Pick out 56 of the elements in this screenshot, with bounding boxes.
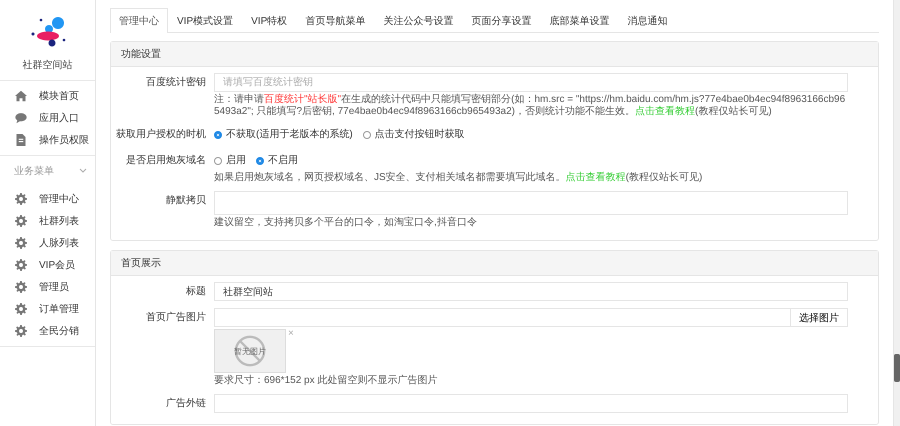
sidebar-item[interactable]: 订单管理 (0, 298, 95, 320)
tab[interactable]: 首页导航菜单 (296, 8, 374, 33)
sidebar-item[interactable]: 管理中心 (0, 188, 95, 210)
radio-option[interactable]: 启用 (214, 151, 246, 170)
field-label: 首页广告图片 (145, 310, 207, 325)
help-text: 建议留空，支持拷贝多个平台的口令，如淘宝口令,抖音口令 (214, 217, 478, 229)
chevron-icon[interactable] (79, 168, 87, 174)
chat-bubble-icon (15, 112, 27, 124)
field-label: 是否启用炮灰域名 (125, 154, 207, 168)
help-text: 如果启用炮灰域名，网页授权域名、JS安全、支付相关域名都需要填写此域名。点击查看教程(教程仅站长可见) (214, 172, 704, 184)
sidebar-item[interactable]: 人脉列表 (0, 232, 95, 254)
no-image-text: 暂无图片 (234, 346, 266, 356)
sidebar-item[interactable]: 应用入口 (0, 107, 95, 129)
gear-icon (15, 303, 27, 315)
sidebar-item[interactable]: VIP会员 (0, 254, 95, 276)
sidebar-item[interactable]: 操作员权限 (0, 129, 95, 151)
tab[interactable]: 关注公众号设置 (374, 8, 462, 33)
tab[interactable]: 底部菜单设置 (540, 8, 618, 33)
text-field[interactable]: 请填写百度统计密钥 (214, 73, 848, 92)
image-path-field[interactable]: 选择图片 (214, 308, 848, 327)
text-area[interactable] (214, 191, 848, 215)
gear-icon (15, 325, 27, 337)
gear-icon (15, 193, 27, 205)
field-label: 静默拷贝 (165, 194, 207, 208)
panel-title: 首页展示 (111, 251, 878, 276)
document-icon (15, 134, 27, 146)
gear-icon (15, 215, 27, 227)
text-field[interactable]: 社群空间站 (214, 282, 848, 301)
tab[interactable]: 页面分享设置 (462, 8, 540, 33)
radio-option[interactable]: 不获取(适用于老版本的系统) (214, 125, 353, 144)
site-name: 社群空间站 (22, 58, 72, 72)
gear-icon (15, 259, 27, 271)
gear-icon (15, 281, 27, 293)
field-label: 广告外链 (165, 396, 207, 411)
field-label: 标题 (185, 284, 207, 299)
field-label: 百度统计密钥 (145, 76, 207, 90)
section-title: 业务菜单 (14, 164, 54, 178)
scrollbar[interactable] (893, 0, 900, 426)
help-text: 要求尺寸：696*152 px 此处留空则不显示广告图片 (214, 375, 438, 387)
help-text: 注：请申请百度统计"站长版"在生成的统计代码中只能填写密钥部分(如：hm.src = "https://hm.baidu.com/hm.js?77e4bae0b4ec94f8963166cb965493a2"; 只能填写?后密钥, 77e4bae0b4ec94f8963166cb965493a2)，否则统计功能不能生效。点击查看教程(教程仅站长可见) (214, 94, 846, 118)
no-image-icon (233, 334, 267, 368)
home-icon (15, 90, 27, 102)
tab[interactable]: 管理中心 (110, 8, 168, 33)
text-field[interactable] (214, 394, 848, 413)
sidebar-item[interactable]: 管理员 (0, 276, 95, 298)
sidebar-item[interactable]: 模块首页 (0, 85, 95, 107)
tab[interactable]: 消息通知 (618, 8, 676, 33)
tab[interactable]: VIP特权 (242, 8, 296, 33)
field-label: 获取用户授权的时机 (115, 128, 207, 142)
tab[interactable]: VIP模式设置 (168, 8, 242, 33)
sidebar-item[interactable]: 社群列表 (0, 210, 95, 232)
panel-title: 功能设置 (111, 42, 878, 67)
sidebar-item[interactable]: 全民分销 (0, 320, 95, 342)
radio-option[interactable]: 不启用 (256, 151, 298, 170)
gear-icon (15, 237, 27, 249)
radio-option[interactable]: 点击支付按钮时获取 (362, 125, 465, 144)
